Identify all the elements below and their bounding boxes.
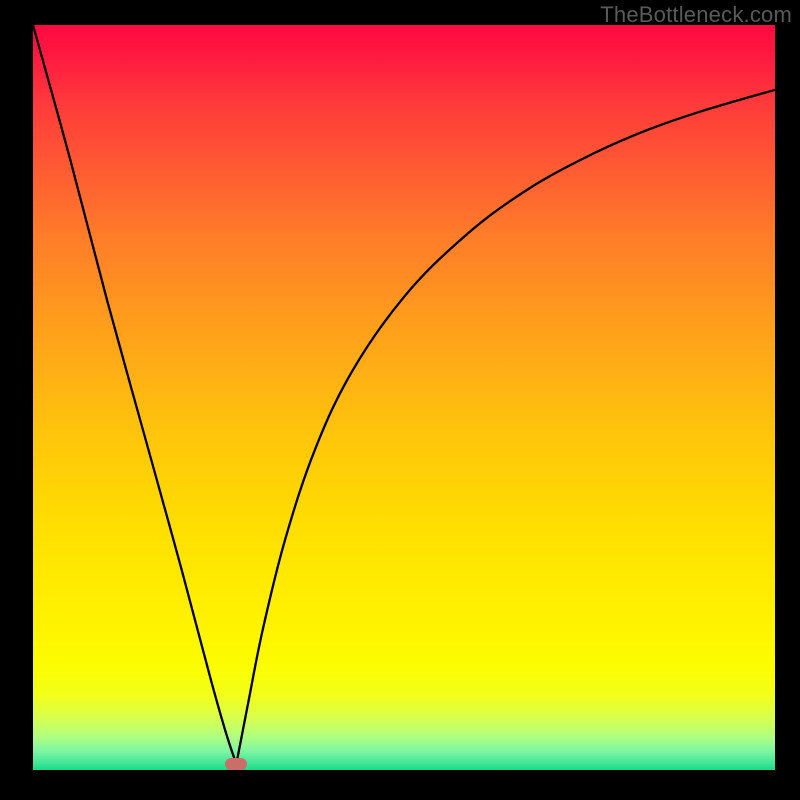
optimal-point-marker [225, 758, 247, 770]
chart-frame: TheBottleneck.com [0, 0, 800, 800]
curve-svg [33, 25, 775, 770]
plot-area [33, 25, 775, 770]
bottleneck-curve [33, 25, 775, 764]
watermark-text: TheBottleneck.com [600, 2, 792, 28]
